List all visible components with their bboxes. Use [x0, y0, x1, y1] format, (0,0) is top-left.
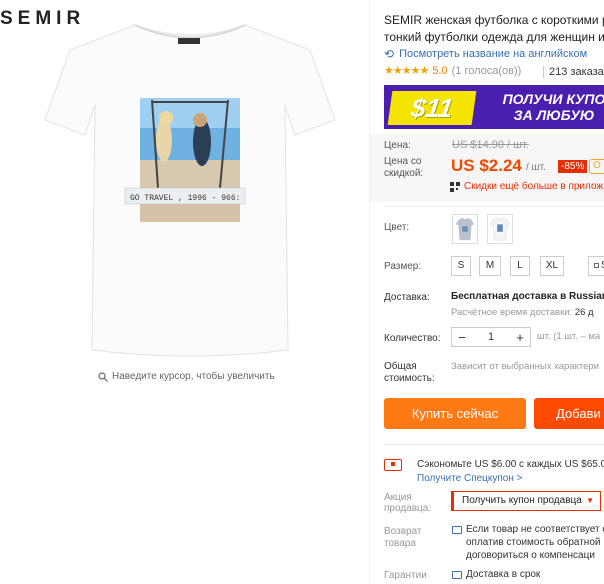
qr-code-icon: [450, 181, 460, 192]
zoom-hint-text: Наведите курсор, чтобы увеличить: [112, 371, 275, 382]
product-image[interactable]: GO TRAVEL , 1996 - 966:: [40, 10, 340, 360]
delivery-icon: [452, 571, 462, 579]
quantity-minus-button[interactable]: −: [452, 330, 472, 345]
buy-now-button[interactable]: Купить сейчас: [384, 398, 526, 429]
chevron-down-icon: ▼: [586, 496, 594, 505]
coupon-save-text: Сэкономьте US $6.00 с каждых US $65.00: [417, 459, 604, 470]
size-label: Размер:: [384, 261, 422, 272]
guarantee-label: Гарантии: [384, 570, 427, 581]
total-note: Зависит от выбранных характери: [451, 361, 599, 372]
shipping-label: Доставка:: [384, 292, 430, 303]
returns-icon: [452, 526, 462, 534]
orders-count: 213 заказа(о: [543, 66, 604, 78]
banner-price: $11: [409, 92, 455, 123]
coupon-icon: [384, 459, 402, 471]
rating-value: 5.0: [432, 64, 448, 77]
color-option-2[interactable]: [487, 214, 513, 244]
returns-label-1: Возврат: [384, 526, 422, 537]
old-price: US $14.90 / шт.: [452, 139, 529, 151]
shipping-time: Расчётное время доставки: 26 д: [451, 307, 594, 318]
quantity-input[interactable]: 1: [472, 331, 510, 343]
discount-badge: -85%: [558, 160, 588, 173]
product-title: SEMIR женская футболка с короткими р тон…: [384, 13, 604, 44]
zoom-hint: Наведите курсор, чтобы увеличить: [98, 371, 275, 382]
returns-line-1: Если товар не соответствует оп: [466, 524, 604, 535]
total-label-2: стоимость:: [384, 373, 435, 384]
returns-line-2: оплатив стоимость обратной: [466, 537, 601, 548]
discount-price-label-2: скидкой:: [384, 168, 424, 179]
add-to-cart-button[interactable]: Добави: [534, 398, 604, 429]
returns-line-3: договориться о компенсаци: [466, 550, 595, 561]
shipping-value[interactable]: Бесплатная доставка в Russian: [451, 291, 604, 302]
translate-icon: ⟲: [384, 47, 395, 61]
column-divider: [369, 0, 370, 584]
total-label-1: Общая: [384, 361, 417, 372]
size-swatch-icon: [594, 263, 599, 268]
quantity-label: Количество:: [384, 333, 441, 344]
price-unit: / шт.: [526, 162, 546, 173]
size-option-m[interactable]: M: [479, 256, 501, 276]
size-option-extra[interactable]: S: [588, 256, 604, 276]
discount-price-label-1: Цена со: [384, 156, 422, 167]
quantity-plus-button[interactable]: +: [510, 330, 530, 345]
image-caption: GO TRAVEL , 1996 - 966:: [130, 194, 240, 203]
current-price: US $2.24: [451, 156, 522, 175]
promo-tag: О: [589, 159, 604, 174]
get-coupon-link[interactable]: Получите Спецкупон >: [417, 473, 523, 484]
seller-promo-label-2: продавца:: [384, 503, 432, 514]
separator: [384, 444, 604, 445]
color-option-1[interactable]: [452, 214, 478, 244]
size-option-s[interactable]: S: [451, 256, 471, 276]
app-promo[interactable]: Скидки ещё больше в прилож: [450, 181, 603, 192]
returns-label-2: товара: [384, 538, 416, 549]
seller-promo-label-1: Акция: [384, 492, 412, 503]
price-label: Цена:: [384, 140, 411, 151]
rating-row[interactable]: ★★★★★ 5.0 (1 голоса(ов)): [384, 64, 522, 78]
guarantee-line-1: Доставка в срок: [466, 569, 541, 580]
quantity-stepper[interactable]: − 1 +: [451, 327, 531, 347]
size-option-l[interactable]: L: [510, 256, 530, 276]
size-option-xl[interactable]: XL: [540, 256, 564, 276]
translate-link[interactable]: ⟲ Посмотреть название на английском: [384, 47, 587, 61]
color-label: Цвет:: [384, 222, 410, 233]
seller-coupon-select[interactable]: Получить купон продавца ▼: [451, 491, 601, 511]
banner-text: ПОЛУЧИ КУПО ЗА ЛЮБУЮ: [502, 91, 604, 123]
coupon-banner[interactable]: $11 ПОЛУЧИ КУПО ЗА ЛЮБУЮ: [384, 85, 604, 129]
rating-votes[interactable]: (1 голоса(ов)): [452, 65, 522, 77]
quantity-note: шт. (1 шт. – ма: [537, 331, 601, 342]
magnifier-icon: [98, 371, 108, 382]
separator: [384, 206, 604, 207]
rating-stars: ★★★★★: [384, 65, 429, 77]
